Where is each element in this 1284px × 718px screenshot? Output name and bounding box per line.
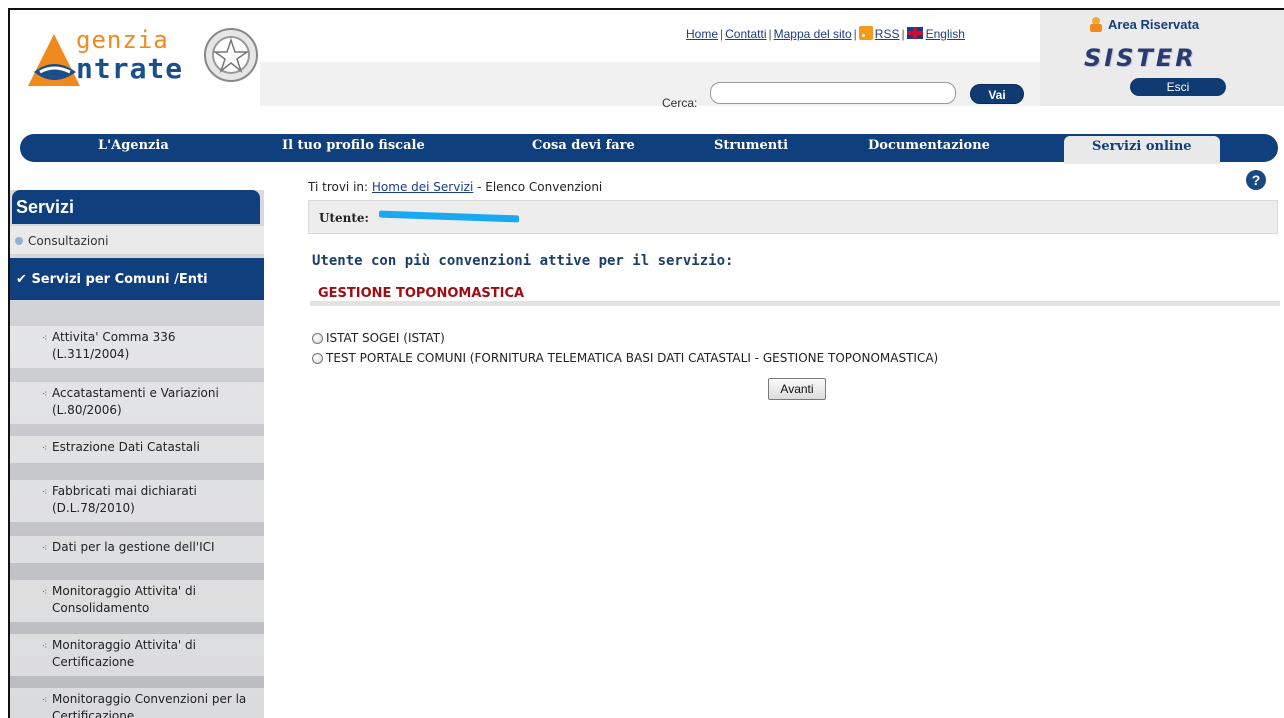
page-title: Utente con più convenzioni attive per il… [312, 253, 734, 269]
arrow-icon: ⁖ [42, 488, 48, 498]
nav-strumenti[interactable]: Strumenti [714, 134, 788, 162]
subitem-label: Accatastamenti e Variazioni [52, 386, 219, 400]
separator: | [901, 27, 905, 41]
subitem-label-2: (D.L.78/2010) [52, 501, 135, 515]
sidebar-subitem-convenzioni[interactable]: ⁖ Monitoraggio Convenzioni per la Certific… [10, 688, 264, 718]
sidebar-item-servizi-comuni[interactable]: ✔ Servizi per Comuni /Enti [10, 258, 264, 300]
area-riservata-title: Area Riservata [1108, 17, 1200, 32]
rss-link[interactable]: RSS [875, 27, 900, 41]
subitem-label-2: (L.311/2004) [52, 347, 130, 361]
lock-icon [1090, 17, 1102, 32]
service-name: GESTIONE TOPONOMASTICA [318, 286, 525, 301]
subitem-label: Attivita' Comma 336 [52, 330, 176, 344]
sidebar-subitem-estrazione[interactable]: ⁖ Estrazione Dati Catastali [10, 436, 264, 463]
mappa-link[interactable]: Mappa del sito [774, 27, 852, 41]
sidebar-subitem-certificazione[interactable]: ⁖ Monitoraggio Attivita' di Certificazione [10, 634, 264, 676]
nav-profilo-fiscale[interactable]: Il tuo profilo fiscale [282, 134, 425, 162]
separator: | [768, 27, 772, 41]
service-header: GESTIONE TOPONOMASTICA [310, 278, 1280, 306]
subitem-label: Fabbricati mai dichiarati [52, 484, 197, 498]
search-label: Cerca: [662, 96, 698, 110]
nav-agenzia[interactable]: L'Agenzia [98, 134, 169, 162]
nav-documentazione[interactable]: Documentazione [868, 134, 990, 162]
breadcrumb-current: - Elenco Convenzioni [477, 180, 603, 194]
subitem-label: Monitoraggio Attivita' di [52, 584, 196, 598]
breadcrumb: Ti trovi in: Home dei Servizi - Elenco C… [308, 180, 602, 194]
breadcrumb-home-link[interactable]: Home dei Servizi [372, 180, 473, 194]
sidebar-item-label: Consultazioni [28, 234, 109, 248]
user-label: Utente: [319, 211, 369, 225]
help-icon[interactable]: ? [1246, 170, 1266, 190]
main-nav: L'Agenzia Il tuo profilo fiscale Cosa de… [20, 134, 1278, 164]
services-sidebar: Servizi Consultazioni ✔ Servizi per Comu… [10, 190, 264, 718]
option-row: ISTAT SOGEI (ISTAT) [312, 328, 938, 348]
redacted-username [379, 210, 519, 223]
breadcrumb-prefix: Ti trovi in: [308, 180, 369, 194]
option-row: TEST PORTALE COMUNI (FORNITURA TELEMATIC… [312, 348, 938, 368]
logo-text-line1: genzia [76, 26, 169, 54]
avanti-button[interactable]: Avanti [768, 378, 826, 400]
sidebar-item-label: Servizi per Comuni /Enti [31, 272, 208, 287]
english-link[interactable]: English [926, 27, 965, 41]
sidebar-subitem-accatastamenti[interactable]: ⁖ Accatastamenti e Variazioni (L.80/2006) [10, 382, 264, 424]
arrow-icon: ⁖ [42, 444, 48, 454]
sidebar-subitem-comma-336[interactable]: ⁖ Attivita' Comma 336 (L.311/2004) [10, 326, 264, 368]
top-links: Home | Contatti | Mappa del sito | RSS | English [686, 26, 965, 41]
arrow-icon: ⁖ [42, 588, 48, 598]
arrow-icon: ⁖ [42, 642, 48, 652]
subitem-label: Monitoraggio Convenzioni per la [52, 692, 247, 706]
user-info-bar: Utente: [308, 200, 1278, 234]
uk-flag-icon [906, 27, 923, 39]
arrow-icon: ⁖ [42, 544, 48, 554]
sidebar-subitem-fabbricati[interactable]: ⁖ Fabbricati mai dichiarati (D.L.78/2010) [10, 480, 264, 522]
sidebar-item-consultazioni[interactable]: Consultazioni [10, 226, 264, 254]
logo-e-icon [28, 34, 80, 86]
subitem-label: Dati per la gestione dell'ICI [52, 540, 215, 554]
subitem-label-2: Certificazione [52, 709, 135, 718]
sidebar-title: Servizi [12, 190, 260, 224]
convenzioni-options: ISTAT SOGEI (ISTAT) TEST PORTALE COMUNI … [312, 328, 938, 368]
subitem-label-2: (L.80/2006) [52, 403, 122, 417]
sidebar-subitem-ici[interactable]: ⁖ Dati per la gestione dell'ICI [10, 536, 264, 563]
subitem-label-2: Consolidamento [52, 601, 150, 615]
nav-cosa-devi-fare[interactable]: Cosa devi fare [532, 134, 635, 162]
separator: | [720, 27, 724, 41]
site-header: genzia ntrate Home | Contatti | Mappa del si… [10, 10, 1284, 110]
option-label: TEST PORTALE COMUNI (FORNITURA TELEMATIC… [326, 351, 939, 365]
rss-icon [858, 26, 873, 40]
bullet-icon [15, 237, 23, 245]
arrow-icon: ⁖ [42, 390, 48, 400]
sister-logo: SISTER [1084, 44, 1197, 72]
subitem-label: Estrazione Dati Catastali [52, 440, 200, 454]
arrow-icon: ⁖ [42, 696, 48, 706]
separator: | [853, 27, 857, 41]
sidebar-subitem-consolidamento[interactable]: ⁖ Monitoraggio Attivita' di Consolidamento [10, 580, 264, 622]
radio-test-portale[interactable] [312, 352, 323, 364]
arrow-icon: ⁖ [42, 334, 48, 344]
search-button[interactable]: Vai [970, 84, 1024, 104]
checkmark-icon: ✔ [16, 272, 27, 287]
option-label: ISTAT SOGEI (ISTAT) [326, 331, 445, 345]
search-input[interactable] [710, 82, 956, 104]
logout-button[interactable]: Esci [1130, 78, 1226, 96]
republic-emblem-icon [204, 28, 258, 82]
nav-servizi-online[interactable]: Servizi online [1064, 136, 1220, 164]
agenzia-entrate-logo[interactable]: genzia ntrate [24, 24, 264, 90]
area-riservata-panel: Area Riservata SISTER Esci [1040, 10, 1284, 106]
home-link[interactable]: Home [686, 27, 718, 41]
subitem-label-2: Certificazione [52, 655, 135, 669]
browser-page: genzia ntrate Home | Contatti | Mappa del si… [8, 8, 1284, 718]
logo-text-line2: ntrate [76, 52, 184, 85]
contatti-link[interactable]: Contatti [725, 27, 766, 41]
subitem-label: Monitoraggio Attivita' di [52, 638, 196, 652]
radio-istat-sogei[interactable] [312, 332, 323, 344]
